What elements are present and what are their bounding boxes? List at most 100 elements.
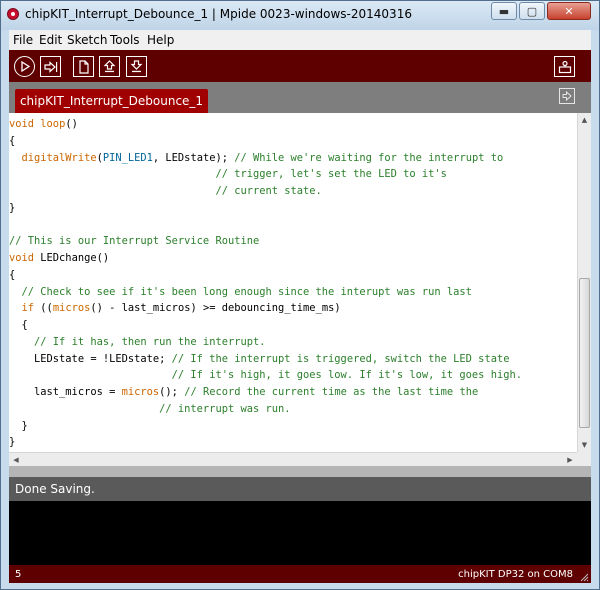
- code-text[interactable]: void loop(){ digitalWrite(PIN_LED1, LEDs…: [9, 116, 522, 451]
- code-token: ((: [34, 302, 53, 315]
- scroll-down-icon[interactable]: ▼: [578, 438, 591, 452]
- tab-chipkit-interrupt-debounce[interactable]: chipKIT_Interrupt_Debounce_1: [15, 89, 208, 113]
- code-token: // If it's high, it goes low. If it's lo…: [171, 369, 522, 382]
- tab-bar: chipKIT_Interrupt_Debounce_1: [9, 82, 591, 113]
- scrollbar-corner: [577, 452, 591, 466]
- tab-menu-button[interactable]: [559, 88, 575, 104]
- editor-console-divider[interactable]: [9, 466, 591, 477]
- open-button[interactable]: [99, 56, 120, 77]
- code-line: // If it's high, it goes low. If it's lo…: [9, 367, 522, 384]
- code-token: {: [9, 319, 28, 331]
- verify-icon: [21, 61, 30, 72]
- code-token: (): [65, 118, 78, 130]
- code-line: // If it has, then run the interrupt.: [9, 334, 522, 351]
- code-token: // If the interrupt is triggered, switch…: [171, 352, 510, 365]
- code-token: micros: [52, 302, 91, 315]
- serial-monitor-icon: [558, 60, 571, 73]
- code-token: ();: [159, 386, 185, 398]
- code-token: {: [9, 134, 16, 147]
- open-icon: [103, 60, 116, 73]
- scroll-left-icon[interactable]: ◀: [9, 453, 23, 466]
- code-token: () - last_micros) >= debouncing_time_ms): [90, 302, 341, 315]
- code-token: // While we're waiting for the interrupt…: [234, 151, 504, 164]
- code-token: }: [9, 201, 16, 214]
- upload-button[interactable]: [40, 56, 61, 77]
- code-token: // This is our Interrupt Service Routine: [9, 235, 260, 248]
- tab-menu-arrow-icon: [562, 91, 572, 101]
- code-token: }: [9, 436, 16, 449]
- mpide-app-icon: [7, 8, 19, 20]
- code-token: {: [9, 268, 16, 281]
- save-button[interactable]: [126, 56, 147, 77]
- code-editor[interactable]: void loop(){ digitalWrite(PIN_LED1, LEDs…: [9, 113, 577, 452]
- scroll-up-icon[interactable]: ▲: [578, 113, 591, 127]
- code-token: LEDstate = !LEDstate;: [9, 352, 172, 365]
- code-line: {: [9, 317, 522, 334]
- verify-button[interactable]: [14, 56, 35, 77]
- save-icon: [130, 60, 143, 73]
- code-token: if: [21, 302, 35, 315]
- code-line: }: [9, 418, 522, 435]
- minimize-button[interactable]: ▬: [491, 2, 517, 20]
- code-line: ​: [9, 217, 522, 234]
- toolbar: [9, 50, 591, 82]
- code-line: }: [9, 434, 522, 451]
- code-token: PIN_LED1: [102, 151, 153, 164]
- code-token: loop: [40, 118, 66, 130]
- code-token: }: [9, 419, 28, 432]
- code-token: // If it has, then run the interrupt.: [34, 335, 266, 348]
- vertical-scrollbar[interactable]: ▲ ▼: [577, 113, 591, 452]
- code-line: last_micros = micros(); // Record the cu…: [9, 384, 522, 401]
- code-token: digitalWrite: [21, 151, 97, 164]
- code-line: }: [9, 200, 522, 217]
- code-line: {: [9, 267, 522, 284]
- ide-window: chipKIT_Interrupt_Debounce_1 | Mpide 002…: [0, 0, 600, 590]
- code-token: last_micros =: [9, 386, 122, 398]
- status-message: Done Saving.: [15, 482, 95, 496]
- code-token: void: [9, 118, 35, 130]
- code-token: micros: [121, 386, 160, 398]
- horizontal-scrollbar[interactable]: ◀ ▶: [9, 452, 577, 466]
- code-token: // Record the current time as the last t…: [184, 386, 479, 398]
- code-line: digitalWrite(PIN_LED1, LEDstate); // Whi…: [9, 150, 522, 167]
- menu-edit[interactable]: Edit: [39, 33, 62, 47]
- footer-bar: 5 chipKIT DP32 on COM8: [9, 565, 591, 583]
- menu-tools[interactable]: Tools: [110, 33, 140, 47]
- code-line: // Check to see if it's been long enough…: [9, 284, 522, 301]
- code-line: {: [9, 133, 522, 150]
- menu-file[interactable]: File: [13, 33, 33, 47]
- code-token: // interrupt was run.: [159, 402, 291, 415]
- new-button[interactable]: [73, 56, 94, 77]
- code-line: void loop(): [9, 116, 522, 133]
- code-line: // interrupt was run.: [9, 401, 522, 418]
- upload-icon: [43, 60, 57, 73]
- board-port-label: chipKIT DP32 on COM8: [458, 569, 573, 580]
- serial-monitor-button[interactable]: [554, 56, 575, 77]
- code-line: // This is our Interrupt Service Routine: [9, 233, 522, 250]
- code-line: // current state.: [9, 183, 522, 200]
- code-token: LEDchange(): [34, 252, 110, 264]
- line-number: 5: [15, 569, 22, 580]
- menu-help[interactable]: Help: [147, 33, 174, 47]
- code-line: LEDstate = !LEDstate; // If the interrup…: [9, 351, 522, 368]
- new-icon: [78, 59, 89, 74]
- code-token: // Check to see if it's been long enough…: [21, 285, 472, 298]
- menu-bar: File Edit Sketch Tools Help: [9, 30, 591, 50]
- vertical-scroll-thumb[interactable]: [579, 278, 590, 428]
- window-title: chipKIT_Interrupt_Debounce_1 | Mpide 002…: [25, 7, 412, 21]
- close-button[interactable]: ✕: [547, 2, 591, 20]
- status-bar: Done Saving.: [9, 477, 591, 501]
- code-token: , LEDstate);: [152, 151, 235, 164]
- resize-grip-icon[interactable]: [579, 572, 589, 582]
- maximize-button[interactable]: ▢: [519, 2, 545, 20]
- scroll-right-icon[interactable]: ▶: [563, 453, 577, 466]
- code-token: // trigger, let's set the LED to it's: [215, 168, 447, 181]
- menu-sketch[interactable]: Sketch: [67, 33, 107, 47]
